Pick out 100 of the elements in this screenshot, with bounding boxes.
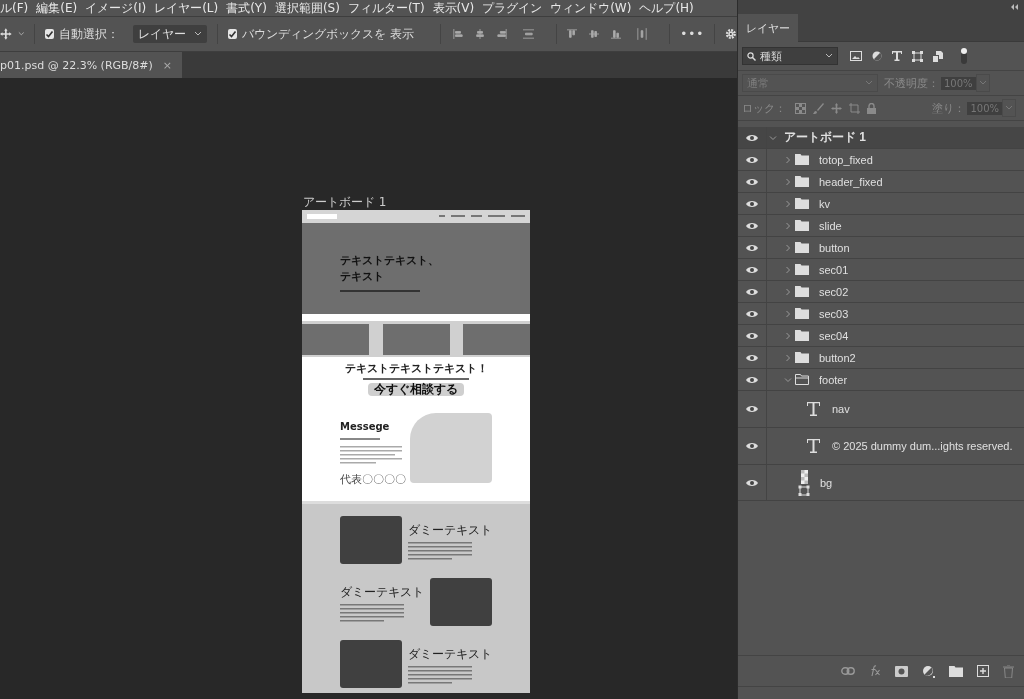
document-tab[interactable]: p01.psd @ 22.3% (RGB/8#) × — [0, 52, 183, 78]
layer-row[interactable]: slide — [738, 215, 1024, 237]
layer-row[interactable]: button2 — [738, 347, 1024, 369]
image-filter-icon[interactable] — [850, 51, 862, 61]
caret-icon[interactable] — [194, 31, 203, 37]
folder-icon[interactable] — [949, 665, 963, 677]
chevron-right-icon[interactable] — [784, 155, 792, 164]
layer-row[interactable]: sec03 — [738, 303, 1024, 325]
shape-filter-icon[interactable] — [912, 50, 923, 62]
chevron-right-icon[interactable] — [784, 353, 792, 362]
fx-icon[interactable] — [869, 665, 881, 677]
layer-row[interactable]: footer — [738, 369, 1024, 391]
chevron-right-icon[interactable] — [784, 331, 792, 340]
adjustment-filter-icon[interactable] — [872, 51, 882, 61]
lock-transparency-icon[interactable] — [795, 102, 806, 114]
settings-icon[interactable] — [725, 27, 737, 41]
menu-item[interactable]: 選択範囲(S) — [274, 0, 340, 17]
layer-row[interactable]: kv — [738, 193, 1024, 215]
eye-icon[interactable] — [746, 478, 758, 487]
chevron-right-icon[interactable] — [784, 199, 792, 208]
menu-item[interactable]: フィルター(T) — [347, 0, 425, 17]
menu-item[interactable]: プラグイン — [482, 0, 543, 17]
layer-row[interactable]: nav — [738, 391, 1024, 428]
dropdown-button[interactable] — [975, 74, 990, 92]
dropdown-button[interactable] — [1002, 99, 1016, 117]
chevron-right-icon[interactable] — [784, 309, 792, 318]
menu-item[interactable]: ル(F) — [0, 0, 29, 17]
chevron-right-icon[interactable] — [784, 177, 792, 186]
eye-icon[interactable] — [746, 331, 758, 340]
eye-icon[interactable] — [746, 442, 758, 450]
adjustment-icon[interactable] — [922, 664, 935, 678]
align-right-icon[interactable] — [496, 28, 507, 40]
link-icon[interactable] — [841, 667, 855, 675]
eye-icon[interactable] — [746, 243, 758, 252]
caret-icon[interactable] — [825, 53, 833, 59]
chevron-right-icon[interactable] — [784, 287, 792, 296]
mask-icon[interactable] — [895, 665, 908, 677]
eye-icon[interactable] — [746, 155, 758, 164]
align-top-icon[interactable] — [567, 28, 578, 40]
menu-item[interactable]: ウィンドウ(W) — [550, 0, 632, 17]
image-placeholder — [430, 578, 492, 626]
layer-row[interactable]: © 2025 dummy dum...ights reserved. — [738, 428, 1024, 465]
layer-row[interactable]: sec04 — [738, 325, 1024, 347]
eye-icon[interactable] — [746, 133, 758, 142]
layer-row[interactable]: bg — [738, 465, 1024, 501]
eye-icon[interactable] — [746, 309, 758, 318]
type-filter-icon[interactable] — [892, 51, 902, 61]
collapse-icon[interactable] — [1010, 4, 1018, 10]
chevron-right-icon[interactable] — [784, 265, 792, 274]
brush-icon[interactable] — [813, 102, 824, 114]
filter-toggle-icon[interactable] — [961, 48, 967, 64]
layer-row[interactable]: button — [738, 237, 1024, 259]
align-left-icon[interactable] — [452, 28, 463, 40]
new-layer-icon[interactable] — [977, 665, 989, 677]
chevron-down-icon[interactable] — [769, 133, 777, 142]
move-icon[interactable] — [831, 102, 842, 114]
layer-row[interactable]: sec02 — [738, 281, 1024, 303]
menu-item[interactable]: ヘルプ(H) — [639, 0, 694, 17]
menu-item[interactable]: 書式(Y) — [226, 0, 267, 17]
eye-icon[interactable] — [746, 265, 758, 274]
layer-name: button — [819, 241, 850, 254]
layer-name: sec04 — [819, 329, 849, 342]
menu-item[interactable]: イメージ(I) — [85, 0, 147, 17]
eye-icon[interactable] — [746, 221, 758, 230]
layer-row[interactable]: totop_fixed — [738, 149, 1024, 171]
chevron-right-icon[interactable] — [784, 221, 792, 230]
align-bottom-icon[interactable] — [611, 28, 622, 40]
lock-icon[interactable] — [867, 102, 876, 114]
distribute-icon[interactable] — [522, 28, 535, 40]
message-heading: Messege — [340, 421, 391, 432]
trash-icon[interactable] — [1003, 664, 1014, 678]
eye-icon[interactable] — [746, 405, 758, 413]
filter-dropdown[interactable]: 種類 — [742, 47, 838, 65]
eye-icon[interactable] — [746, 375, 758, 384]
eye-icon[interactable] — [746, 177, 758, 186]
layer-row[interactable]: sec01 — [738, 259, 1024, 281]
layers-tab[interactable]: レイヤー — [738, 14, 798, 42]
eye-icon[interactable] — [746, 287, 758, 296]
layer-dropdown[interactable]: レイヤー — [133, 25, 208, 43]
more-options-button[interactable]: ••• — [680, 27, 705, 41]
distribute-vertical-icon[interactable] — [637, 27, 648, 41]
checkbox[interactable] — [228, 29, 238, 39]
eye-icon[interactable] — [746, 199, 758, 208]
folder-icon — [795, 242, 809, 253]
caret-icon[interactable] — [17, 31, 25, 37]
smart-object-filter-icon[interactable] — [933, 50, 943, 62]
close-button[interactable]: × — [162, 58, 173, 72]
layer-name: header_fixed — [819, 175, 883, 188]
folder-icon — [795, 220, 809, 231]
eye-icon[interactable] — [746, 353, 758, 362]
move-tool-icon[interactable] — [0, 27, 12, 41]
checkbox[interactable] — [45, 29, 55, 39]
align-center-icon[interactable] — [474, 28, 485, 40]
chevron-down-icon[interactable] — [784, 375, 792, 384]
menu-item[interactable]: 編集(E) — [36, 0, 78, 17]
menu-item[interactable]: レイヤー(L) — [154, 0, 219, 17]
chevron-right-icon[interactable] — [784, 243, 792, 252]
align-middle-icon[interactable] — [589, 28, 600, 40]
menu-item[interactable]: 表示(V) — [432, 0, 475, 17]
layer-row[interactable]: header_fixed — [738, 171, 1024, 193]
